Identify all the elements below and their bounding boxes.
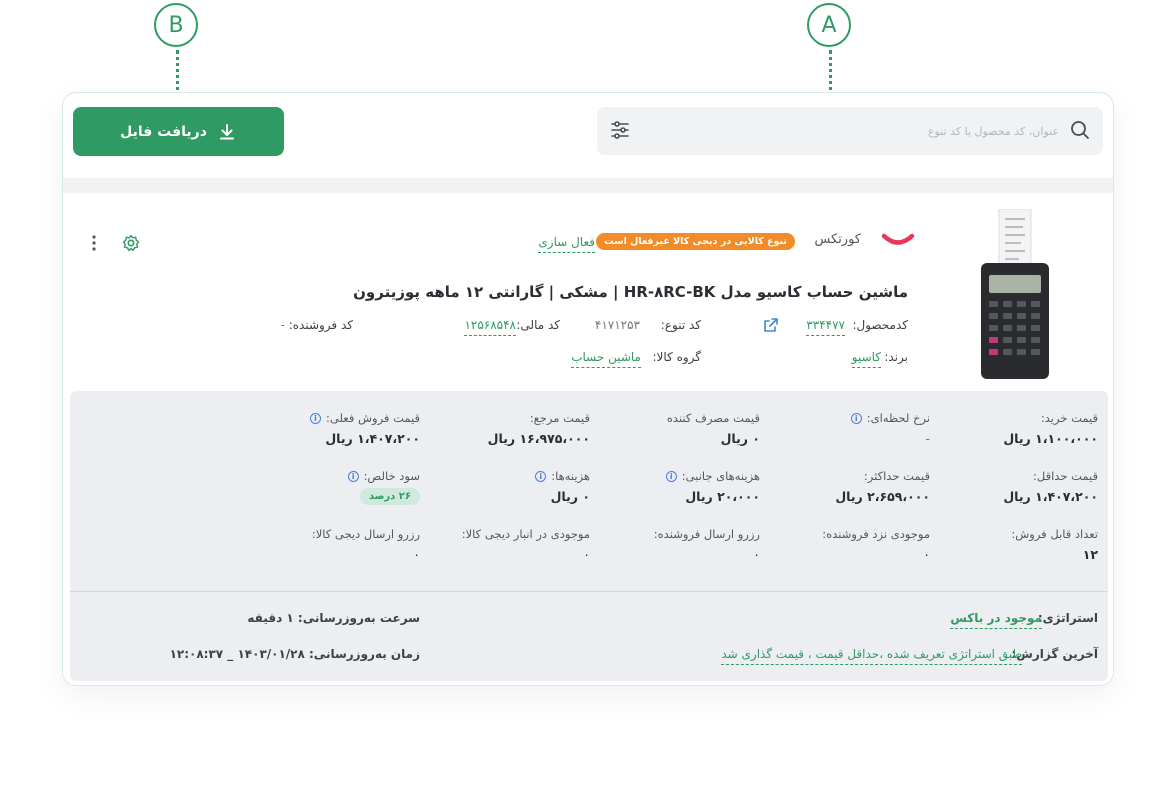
update-time: زمان به‌روزرسانی: ۱۴۰۳/۰۱/۲۸ _ ۱۲:۰۸:۳۷ xyxy=(169,647,420,661)
seller-shipping-reserve: رزرو ارسال فروشنده: ۰ xyxy=(590,527,760,562)
pricing-details: قیمت خرید: ۱،۱۰۰،۰۰۰ ریال نرخ لحظه‌ای: i … xyxy=(70,391,1108,681)
net-profit-badge: ۲۶ درصد xyxy=(359,488,420,505)
costs: هزینه‌ها: i ۰ ریال xyxy=(420,469,590,504)
instant-rate-label: نرخ لحظه‌ای: xyxy=(866,411,930,425)
seller-stock-value: ۰ xyxy=(923,547,930,562)
product-image xyxy=(981,209,1049,379)
fiscal-code-label: کد مالی: xyxy=(516,318,560,332)
callout-a-label: A xyxy=(821,12,837,38)
external-link-icon[interactable] xyxy=(763,317,779,333)
download-file-button[interactable]: دریافت فایل xyxy=(73,107,284,156)
brand-logo-text: کورتکس xyxy=(814,232,861,247)
consumer-price-label: قیمت مصرف کننده xyxy=(666,411,760,425)
fiscal-code-value[interactable]: ۱۲۵۶۸۵۴۸ xyxy=(464,318,516,336)
sellable-count-label: تعداد قابل فروش: xyxy=(1011,527,1098,541)
net-profit: سود خالص: i ۲۶ درصد xyxy=(250,469,420,505)
seller-code-label: کد فروشنده: xyxy=(288,318,353,332)
variant-code-value: ۴۱۷۱۲۵۳ xyxy=(594,318,640,332)
details-divider xyxy=(70,591,1108,592)
net-profit-label: سود خالص: xyxy=(363,469,420,483)
min-price-value: ۱،۴۰۷،۲۰۰ ریال xyxy=(1003,489,1098,504)
section-divider xyxy=(63,179,1113,193)
activate-link[interactable]: فعال سازی xyxy=(538,235,595,253)
product-card: دریافت فایل عنوان، کد محصول یا کد تنوع ک… xyxy=(62,92,1114,686)
search-icon[interactable] xyxy=(1069,119,1091,141)
sellable-count-value: ۱۲ xyxy=(1082,547,1098,562)
brand-logo-icon xyxy=(881,233,915,245)
seller-shipping-reserve-label: رزرو ارسال فروشنده: xyxy=(653,527,760,541)
max-price: قیمت حداکثر: ۲،۶۵۹،۰۰۰ ریال xyxy=(760,469,930,504)
product-group-value[interactable]: ماشین حساب xyxy=(571,350,641,368)
seller-stock: موجودی نزد فروشنده: ۰ xyxy=(760,527,930,562)
strategy-value[interactable]: موجود در باکس xyxy=(950,611,1042,629)
inactive-status-badge: تنوع کالایی در دیجی کالا غیرفعال است xyxy=(596,233,795,250)
brand-value[interactable]: کاسیو xyxy=(851,350,881,368)
info-icon[interactable]: i xyxy=(310,412,322,424)
current-sale-price: قیمت فروش فعلی: i ۱،۴۰۷،۲۰۰ ریال xyxy=(250,411,420,446)
side-costs: هزینه‌های جانبی: i ۲۰،۰۰۰ ریال xyxy=(590,469,760,504)
info-icon[interactable]: i xyxy=(665,470,677,482)
product-info: کورتکس تنوع کالایی در دیجی کالا غیرفعال … xyxy=(63,193,1113,389)
filter-icon[interactable] xyxy=(609,119,631,141)
info-icon[interactable]: i xyxy=(850,412,862,424)
digikala-shipping-reserve-label: رزرو ارسال دیجی کالا: xyxy=(311,527,420,541)
costs-label: هزینه‌ها: xyxy=(551,469,590,483)
seller-stock-label: موجودی نزد فروشنده: xyxy=(822,527,930,541)
download-icon xyxy=(219,123,234,139)
info-icon[interactable]: i xyxy=(535,470,547,482)
current-sale-price-label: قیمت فروش فعلی: xyxy=(326,411,420,425)
max-price-label: قیمت حداکثر: xyxy=(863,469,930,483)
last-report-value[interactable]: طبق استراتژی تعریف شده ،حداقل قیمت ، قیم… xyxy=(721,647,1022,665)
min-price-label: قیمت حداقل: xyxy=(1033,469,1098,483)
search-bar xyxy=(597,107,1103,155)
sellable-count: تعداد قابل فروش: ۱۲ xyxy=(928,527,1098,562)
settings-icon[interactable] xyxy=(122,234,140,252)
reference-price: قیمت مرجع: ۱۶،۹۷۵،۰۰۰ ریال xyxy=(420,411,590,446)
seller-shipping-reserve-value: ۰ xyxy=(753,547,760,562)
seller-code-value: - xyxy=(280,318,285,332)
product-code-value[interactable]: ۳۳۴۴۷۷ xyxy=(806,318,845,336)
callout-b-label: B xyxy=(168,12,184,38)
side-costs-label: هزینه‌های جانبی: xyxy=(681,469,760,483)
more-options-icon[interactable] xyxy=(90,234,98,252)
instant-rate-value: - xyxy=(925,431,930,446)
max-price-value: ۲،۶۵۹،۰۰۰ ریال xyxy=(835,489,930,504)
costs-value: ۰ ریال xyxy=(550,489,590,504)
product-code-label: کدمحصول: xyxy=(852,318,908,332)
reference-price-value: ۱۶،۹۷۵،۰۰۰ ریال xyxy=(487,431,590,446)
variant-code-label: کد تنوع: xyxy=(660,318,701,332)
digikala-shipping-reserve-value: ۰ xyxy=(413,547,420,562)
consumer-price: قیمت مصرف کننده ۰ ریال xyxy=(590,411,760,446)
download-button-label: دریافت فایل xyxy=(120,123,207,140)
strategy-label: استراتژی: xyxy=(1037,611,1098,625)
last-report-label: آخرین گزارش: xyxy=(1011,647,1098,661)
brand-label: برند: xyxy=(884,350,908,364)
update-speed: سرعت به‌روزرسانی: ۱ دقیقه xyxy=(247,611,420,625)
instant-rate: نرخ لحظه‌ای: i - xyxy=(760,411,930,446)
reference-price-label: قیمت مرجع: xyxy=(529,411,590,425)
digikala-shipping-reserve: رزرو ارسال دیجی کالا: ۰ xyxy=(250,527,420,562)
side-costs-value: ۲۰،۰۰۰ ریال xyxy=(685,489,760,504)
current-sale-price-value: ۱،۴۰۷،۲۰۰ ریال xyxy=(325,431,420,446)
warehouse-stock-label: موجودی در انبار دیجی کالا: xyxy=(461,527,590,541)
info-icon[interactable]: i xyxy=(347,470,359,482)
search-input[interactable] xyxy=(679,119,1059,143)
toolbar: دریافت فایل xyxy=(63,93,1113,179)
callout-a: A xyxy=(807,3,851,47)
product-group-label: گروه کالا: xyxy=(652,350,702,364)
purchase-price: قیمت خرید: ۱،۱۰۰،۰۰۰ ریال xyxy=(928,411,1098,446)
consumer-price-value: ۰ ریال xyxy=(720,431,760,446)
min-price: قیمت حداقل: ۱،۴۰۷،۲۰۰ ریال xyxy=(928,469,1098,504)
callout-b-line xyxy=(176,50,179,98)
product-title: ماشین حساب کاسیو مدل HR-۸RC-BK | مشکی | … xyxy=(353,283,908,301)
purchase-price-label: قیمت خرید: xyxy=(1040,411,1098,425)
warehouse-stock: موجودی در انبار دیجی کالا: ۰ xyxy=(420,527,590,562)
warehouse-stock-value: ۰ xyxy=(583,547,590,562)
purchase-price-value: ۱،۱۰۰،۰۰۰ ریال xyxy=(1003,431,1098,446)
callout-b: B xyxy=(154,3,198,47)
